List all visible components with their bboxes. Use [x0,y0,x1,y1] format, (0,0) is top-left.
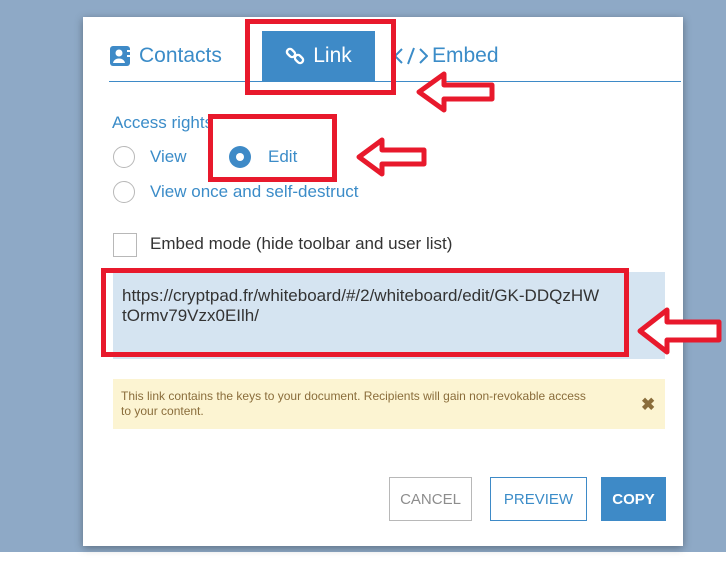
radio-view-once[interactable] [113,181,135,203]
link-url-text[interactable]: https://cryptpad.fr/whiteboard/#/2/white… [122,286,602,326]
tab-link-label: Link [313,44,352,67]
warning-text: This link contains the keys to your docu… [121,389,586,418]
radio-edit-label[interactable]: Edit [268,147,297,167]
radio-edit[interactable] [229,146,251,168]
link-icon [285,46,305,66]
preview-button[interactable]: PREVIEW [490,477,587,521]
tab-contacts-label: Contacts [139,44,222,67]
embed-mode-label[interactable]: Embed mode (hide toolbar and user list) [150,234,452,254]
tabs-divider [109,81,681,82]
tab-embed-label: Embed [432,44,499,67]
arrow-left-icon [416,71,495,113]
cancel-button[interactable]: CANCEL [389,477,472,521]
embed-code-icon [394,46,428,66]
radio-view[interactable] [113,146,135,168]
tab-link[interactable]: Link [262,31,375,81]
embed-mode-checkbox[interactable] [113,233,137,257]
access-rights-label: Access rights [112,113,214,132]
arrow-left-icon [356,137,427,177]
radio-view-label[interactable]: View [150,147,187,167]
contacts-icon [109,45,131,67]
close-icon[interactable]: ✖ [641,395,655,415]
tab-contacts[interactable]: Contacts [109,31,222,81]
radio-view-once-label[interactable]: View once and self-destruct [150,182,359,202]
copy-button[interactable]: COPY [601,477,666,521]
page-bottom-strip [0,552,726,569]
arrow-left-icon [637,307,722,355]
